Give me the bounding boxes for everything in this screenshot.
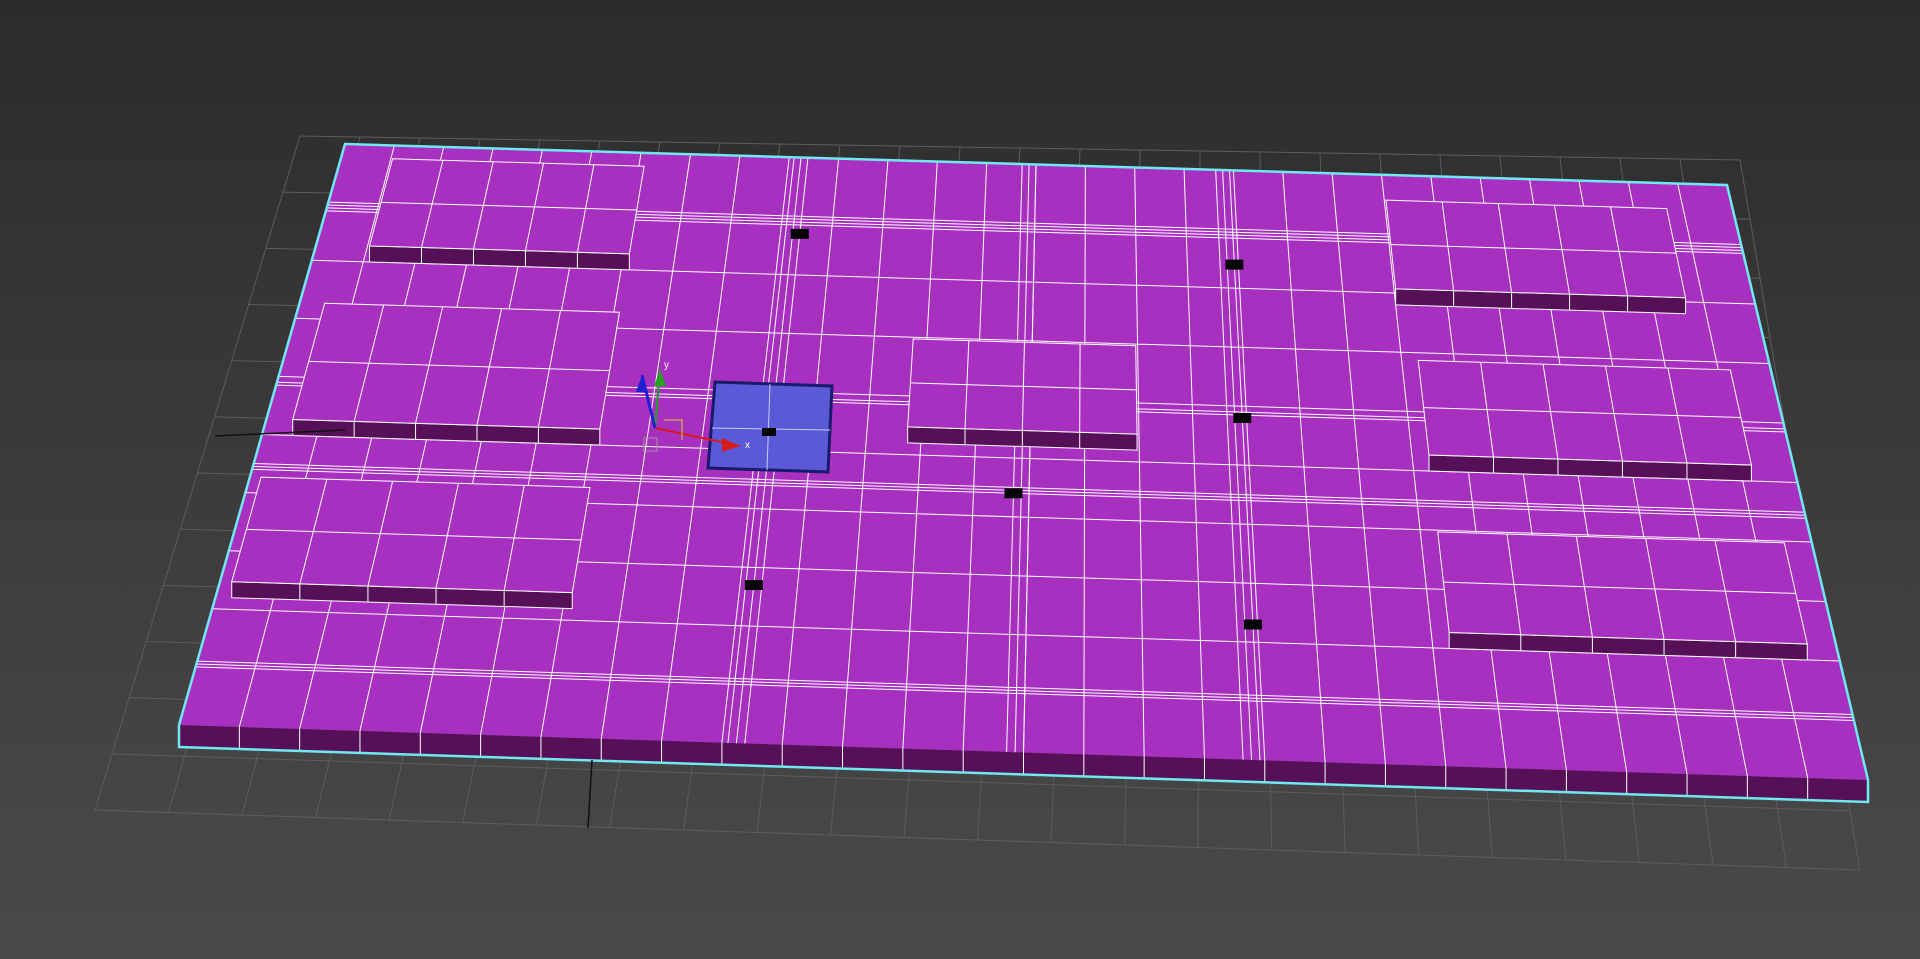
world-axis-line [587, 759, 593, 829]
dark-opening [1243, 619, 1262, 630]
raised-block [292, 302, 621, 446]
raised-block [1437, 531, 1808, 661]
dark-opening [1004, 488, 1023, 499]
3d-viewport[interactable]: xy [0, 0, 1920, 959]
dark-opening [1225, 259, 1244, 270]
selected-polygon-face[interactable] [706, 380, 834, 474]
gizmo-y-label: y [664, 360, 669, 371]
raised-block [1417, 359, 1753, 482]
grid-line [94, 809, 1861, 871]
viewport-canvas[interactable]: xy [0, 0, 1920, 959]
dark-opening [1233, 413, 1252, 424]
dark-opening [762, 428, 776, 436]
raised-block [368, 158, 645, 271]
raised-block [1385, 199, 1687, 315]
dark-opening [790, 228, 809, 239]
gizmo-x-label: x [745, 440, 750, 451]
raised-block [231, 476, 591, 610]
slab-object[interactable] [177, 142, 1870, 804]
dark-opening [744, 580, 763, 591]
raised-block [907, 338, 1138, 451]
